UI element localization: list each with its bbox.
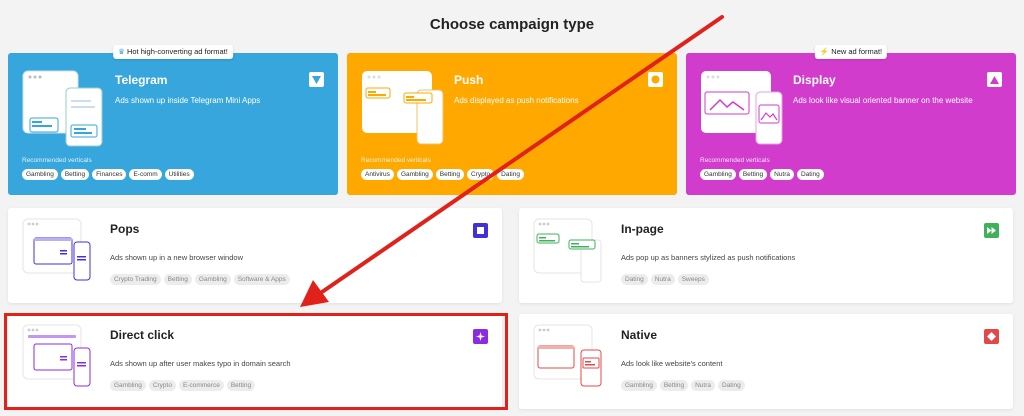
tag-list: Gambling Betting Nutra Dating	[700, 169, 824, 180]
crown-icon: ♛	[118, 47, 125, 56]
telegram-illustration	[22, 70, 103, 147]
tag: Antivirus	[361, 169, 394, 180]
card-name: Pops	[110, 222, 140, 236]
native-illustration	[533, 324, 602, 387]
tag: Utilities	[164, 169, 194, 180]
tag: Sweeps	[677, 274, 709, 285]
badge-text: New ad format!	[831, 47, 883, 56]
tag: Dating	[621, 274, 648, 285]
tag: Gambling	[194, 274, 231, 285]
circle-icon	[648, 72, 663, 87]
tag-list: Gambling Betting Finances E-comm Utiliti…	[22, 169, 194, 180]
tag: Gambling	[700, 169, 736, 180]
campaign-card-inpage[interactable]: In-page Ads pop up as banners stylized a…	[519, 208, 1013, 303]
card-name: Display	[793, 73, 836, 87]
campaign-card-push[interactable]: Push Ads displayed as push notifications…	[347, 53, 677, 195]
campaign-card-telegram[interactable]: ♛ Hot high-converting ad format! Telegra…	[8, 45, 338, 195]
square-icon	[473, 223, 488, 238]
card-description: Ads shown up in a new browser window	[110, 253, 243, 262]
tag: Dating	[796, 169, 824, 180]
card-name: Native	[621, 328, 658, 342]
card-description: Ads displayed as push notifications	[454, 96, 579, 105]
card-description: Ads pop up as banners stylized as push n…	[621, 253, 796, 262]
triangle-up-icon	[987, 72, 1002, 87]
tag: Nutra	[650, 274, 675, 285]
tag: Gambling	[621, 380, 657, 391]
badge-text: Hot high-converting ad format!	[126, 47, 228, 56]
tag: Betting	[659, 380, 689, 391]
tag: Betting	[60, 169, 90, 180]
tag: Betting	[163, 274, 192, 285]
recommended-label: Recommended verticals	[700, 157, 770, 164]
tag-list: Antivirus Gambling Betting Crypto Dating	[361, 169, 524, 180]
tag: Dating	[497, 169, 524, 180]
tag: Nutra	[770, 169, 794, 180]
tag-list: Crypto Trading Betting Gambling Software…	[110, 274, 290, 285]
campaign-card-pops[interactable]: Pops Ads shown up in a new browser windo…	[8, 208, 502, 303]
tag-list: Dating Nutra Sweeps	[621, 274, 709, 285]
campaign-card-native[interactable]: Native Ads look like website's content G…	[519, 314, 1013, 409]
card-name: Telegram	[115, 73, 168, 87]
recommended-label: Recommended verticals	[22, 157, 92, 164]
tag: Dating	[717, 380, 745, 391]
tag: Crypto	[467, 169, 495, 180]
campaign-card-display[interactable]: ⚡ New ad format! Display Ads look like v…	[686, 45, 1016, 195]
triangle-down-icon	[309, 72, 324, 87]
card-name: Push	[454, 73, 484, 87]
card-description: Ads look like visual oriented banner on …	[793, 96, 973, 105]
tag: Nutra	[691, 380, 715, 391]
tag: Finances	[92, 169, 127, 180]
card-name: In-page	[621, 222, 664, 236]
card-description: Ads shown up inside Telegram Mini Apps	[115, 96, 261, 105]
tag: E-comm	[129, 169, 162, 180]
tag: Crypto Trading	[110, 274, 161, 285]
inpage-illustration	[533, 218, 602, 283]
page-title: Choose campaign type	[429, 16, 595, 33]
new-format-badge: ⚡ New ad format!	[814, 45, 888, 59]
tag: Betting	[435, 169, 465, 180]
card-description: Ads look like website's content	[621, 359, 723, 368]
push-illustration	[362, 71, 444, 145]
diamond-icon	[984, 329, 999, 344]
tag: Betting	[738, 169, 768, 180]
tag: Software & Apps	[233, 274, 290, 285]
highlight-frame	[4, 313, 508, 410]
lightning-icon: ⚡	[819, 47, 830, 56]
tag: Gambling	[22, 169, 58, 180]
display-illustration	[701, 71, 783, 145]
tag-list: Gambling Betting Nutra Dating	[621, 380, 745, 391]
pops-illustration	[22, 218, 91, 281]
fast-forward-icon	[984, 223, 999, 238]
recommended-label: Recommended verticals	[361, 157, 431, 164]
tag: Gambling	[396, 169, 433, 180]
hot-format-badge: ♛ Hot high-converting ad format!	[113, 45, 233, 59]
